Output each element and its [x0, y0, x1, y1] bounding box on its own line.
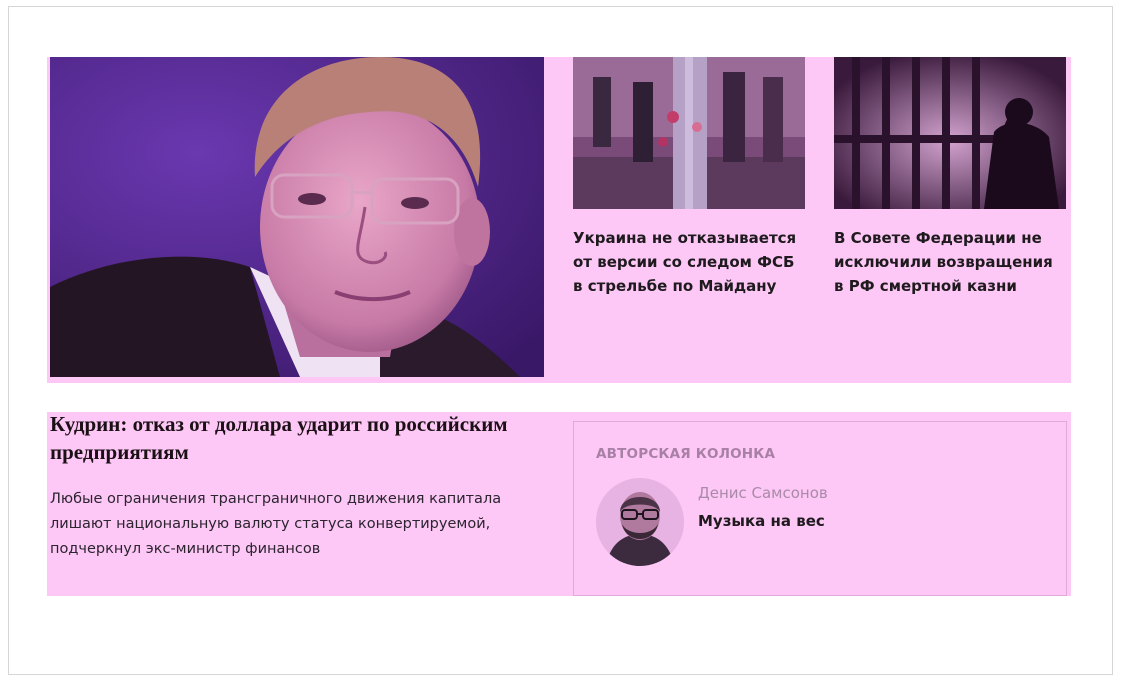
news-card[interactable]: Украина не отказывается от версии со сле…: [573, 57, 805, 298]
author-column[interactable]: АВТОРСКАЯ КОЛОНКА Денис Самсонов Музыка …: [573, 421, 1067, 596]
news-card[interactable]: В Совете Федерации не исключили возвраще…: [834, 57, 1066, 298]
column-section-label[interactable]: АВТОРСКАЯ КОЛОНКА: [596, 446, 775, 462]
news-card-title[interactable]: В Совете Федерации не исключили возвраще…: [834, 226, 1066, 298]
column-title[interactable]: Музыка на вес: [698, 512, 825, 530]
lead-summary: Любые ограничения трансграничного движен…: [50, 491, 502, 557]
lead-headline[interactable]: Кудрин: отказ от доллара ударит по росси…: [50, 410, 550, 466]
author-name[interactable]: Денис Самсонов: [698, 484, 828, 502]
news-card-photo[interactable]: [834, 57, 1066, 209]
news-card-title[interactable]: Украина не отказывается от версии со сле…: [573, 226, 805, 298]
news-card-photo[interactable]: [573, 57, 805, 209]
lead-photo[interactable]: [50, 57, 544, 377]
author-avatar[interactable]: [596, 478, 684, 566]
